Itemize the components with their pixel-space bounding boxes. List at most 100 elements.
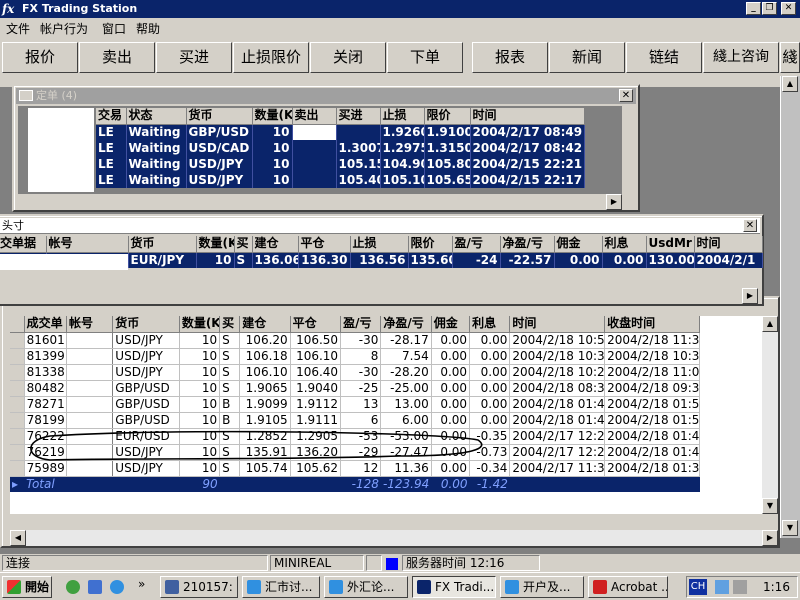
table-row[interactable]: 81399 USD/JPY 10 S 106.18 106.10 8 7.54 0.00 0.00… bbox=[10, 348, 700, 365]
position-cell: 135.60 bbox=[408, 252, 453, 268]
closed-trades-window: 成交单 帐号 货币 数量(K 买 建仓 平仓 盈/亏 净盈/亏 佣金 利息 时间… bbox=[0, 296, 780, 548]
col-qty[interactable]: 数量(K bbox=[179, 316, 221, 333]
col-pl[interactable]: 盈/亏 bbox=[340, 316, 382, 333]
col-side[interactable]: 买 bbox=[219, 316, 241, 333]
scroll-up-arrow-icon[interactable]: ▲ bbox=[782, 76, 798, 92]
media-player-icon[interactable] bbox=[66, 580, 80, 594]
table-row[interactable]: 78199 GBP/USD 10 B 1.9105 1.9111 6 6.00 0.00 0.00… bbox=[10, 412, 700, 429]
order-row[interactable]: LEWaitingGBP/USD101.9230 1.92601.91002004… bbox=[96, 124, 585, 140]
closed-vscrollbar[interactable]: ▲ ▼ bbox=[762, 316, 778, 514]
menu-account[interactable]: 帐户行为 bbox=[40, 20, 88, 37]
table-row[interactable]: 78271 GBP/USD 10 B 1.9099 1.9112 13 13.00 0.00 0.… bbox=[10, 396, 700, 413]
volume-icon[interactable] bbox=[733, 580, 747, 594]
positions-col-12[interactable]: 利息 bbox=[602, 236, 647, 253]
orders-col-4[interactable]: 卖出 bbox=[292, 108, 337, 125]
table-row[interactable]: 81601 USD/JPY 10 S 106.20 106.50 -30 -28.17 0.00… bbox=[10, 332, 700, 349]
col-open[interactable]: 建仓 bbox=[239, 316, 291, 333]
language-indicator[interactable]: CH bbox=[689, 579, 707, 595]
scroll-left-arrow-icon[interactable]: ◀ bbox=[10, 530, 26, 546]
table-cell: 0.00 bbox=[431, 412, 471, 429]
col-currency[interactable]: 货币 bbox=[112, 316, 180, 333]
scroll-right-arrow-icon[interactable]: ▶ bbox=[762, 530, 778, 546]
ie-icon[interactable] bbox=[110, 580, 124, 594]
scroll-down-arrow-icon[interactable]: ▼ bbox=[762, 498, 778, 514]
quicklaunch-app-icon[interactable] bbox=[88, 580, 102, 594]
orders-col-7[interactable]: 限价 bbox=[424, 108, 471, 125]
menu-help[interactable]: 帮助 bbox=[136, 20, 160, 37]
close-position-button[interactable]: 关闭 bbox=[310, 42, 386, 73]
positions-col-0[interactable]: 交单据 bbox=[0, 236, 47, 253]
orders-col-3[interactable]: 数量(K bbox=[252, 108, 293, 125]
positions-col-11[interactable]: 佣金 bbox=[554, 236, 603, 253]
table-cell: 2004/2/18 01:31 bbox=[604, 460, 700, 477]
quote-button[interactable]: 报价 bbox=[2, 42, 78, 73]
task-forum2[interactable]: 外汇论... bbox=[324, 576, 408, 598]
orders-col-0[interactable]: 交易 bbox=[96, 108, 127, 125]
online-help-button[interactable]: 綫上咨询 bbox=[703, 42, 779, 73]
minimize-button[interactable]: _ bbox=[746, 2, 761, 15]
table-cell: 6.00 bbox=[380, 412, 432, 429]
positions-close-button[interactable]: ✕ bbox=[743, 219, 757, 232]
place-order-button[interactable]: 下单 bbox=[387, 42, 463, 73]
col-trade-id[interactable]: 成交单 bbox=[24, 316, 67, 333]
positions-col-9[interactable]: 盈/亏 bbox=[452, 236, 501, 253]
positions-col-8[interactable]: 限价 bbox=[408, 236, 453, 253]
links-button[interactable]: 链结 bbox=[626, 42, 702, 73]
orders-col-2[interactable]: 货币 bbox=[186, 108, 253, 125]
orders-close-button[interactable]: ✕ bbox=[619, 89, 633, 102]
positions-col-3[interactable]: 数量(K bbox=[196, 236, 235, 253]
online-extra-button[interactable]: 綫 bbox=[780, 42, 800, 73]
task-210157[interactable]: 210157: ... bbox=[160, 576, 238, 598]
orders-col-5[interactable]: 买进 bbox=[336, 108, 381, 125]
closed-hscrollbar[interactable]: ◀ ▶ bbox=[10, 530, 778, 546]
quicklaunch-more-icon[interactable]: » bbox=[138, 577, 145, 591]
scroll-up-arrow-icon[interactable]: ▲ bbox=[762, 316, 778, 332]
menu-file[interactable]: 文件 bbox=[6, 20, 30, 37]
positions-col-6[interactable]: 平仓 bbox=[298, 236, 351, 253]
stop-limit-button[interactable]: 止损限价 bbox=[233, 42, 309, 73]
positions-col-10[interactable]: 净盈/亏 bbox=[500, 236, 555, 253]
task-acrobat[interactable]: Acrobat ... bbox=[588, 576, 668, 598]
col-interest[interactable]: 利息 bbox=[469, 316, 511, 333]
order-row[interactable]: LEWaitingUSD/JPY10 105.15104.90105.802004… bbox=[96, 156, 585, 172]
positions-col-13[interactable]: UsdMr bbox=[646, 236, 695, 253]
order-row[interactable]: LEWaitingUSD/CAD10 1.30071.29751.31502004… bbox=[96, 140, 585, 156]
scroll-right-arrow-icon[interactable]: ▶ bbox=[742, 288, 758, 304]
orders-col-8[interactable]: 时间 bbox=[470, 108, 585, 125]
table-row[interactable]: 81338 USD/JPY 10 S 106.10 106.40 -30 -28.20 0.00… bbox=[10, 364, 700, 381]
news-button[interactable]: 新闻 bbox=[549, 42, 625, 73]
table-cell: 2004/2/18 01:44 bbox=[509, 396, 606, 413]
close-button[interactable]: ✕ bbox=[781, 2, 796, 15]
start-button[interactable]: 開始 bbox=[2, 576, 52, 598]
scroll-down-arrow-icon[interactable]: ▼ bbox=[782, 520, 798, 536]
positions-col-1[interactable]: 帐号 bbox=[46, 236, 129, 253]
col-account[interactable]: 帐号 bbox=[66, 316, 114, 333]
positions-col-5[interactable]: 建仓 bbox=[252, 236, 299, 253]
reports-button[interactable]: 报表 bbox=[472, 42, 548, 73]
col-time[interactable]: 时间 bbox=[509, 316, 606, 333]
menu-window[interactable]: 窗口 bbox=[102, 20, 126, 37]
buy-button[interactable]: 买进 bbox=[156, 42, 232, 73]
restore-button[interactable]: ❐ bbox=[762, 2, 777, 15]
main-vertical-scrollbar[interactable]: ▲ ▼ bbox=[780, 76, 800, 538]
grid-window-icon bbox=[19, 90, 33, 101]
scroll-right-arrow-icon[interactable]: ▶ bbox=[606, 194, 622, 210]
table-cell: 2004/2/17 12:20 bbox=[509, 444, 606, 461]
network-icon[interactable] bbox=[715, 580, 729, 594]
table-row[interactable]: 80482 GBP/USD 10 S 1.9065 1.9040 -25 -25.00 0.00… bbox=[10, 380, 700, 397]
orders-col-6[interactable]: 止损 bbox=[380, 108, 425, 125]
col-net-pl[interactable]: 净盈/亏 bbox=[380, 316, 432, 333]
col-close-time[interactable]: 收盘时间 bbox=[604, 316, 700, 333]
positions-col-2[interactable]: 货币 bbox=[128, 236, 197, 253]
task-fx-trading[interactable]: FX Tradi... bbox=[412, 576, 496, 598]
task-forum1[interactable]: 汇市讨... bbox=[242, 576, 320, 598]
task-account-open[interactable]: 开户及... bbox=[500, 576, 584, 598]
sell-button[interactable]: 卖出 bbox=[79, 42, 155, 73]
order-row[interactable]: LEWaitingUSD/JPY10 105.40105.10105.652004… bbox=[96, 172, 585, 188]
col-commission[interactable]: 佣金 bbox=[431, 316, 471, 333]
col-close[interactable]: 平仓 bbox=[290, 316, 342, 333]
positions-col-4[interactable]: 买 bbox=[234, 236, 253, 253]
orders-col-1[interactable]: 状态 bbox=[126, 108, 187, 125]
positions-col-14[interactable]: 时间 bbox=[694, 236, 763, 253]
positions-col-7[interactable]: 止损 bbox=[350, 236, 409, 253]
